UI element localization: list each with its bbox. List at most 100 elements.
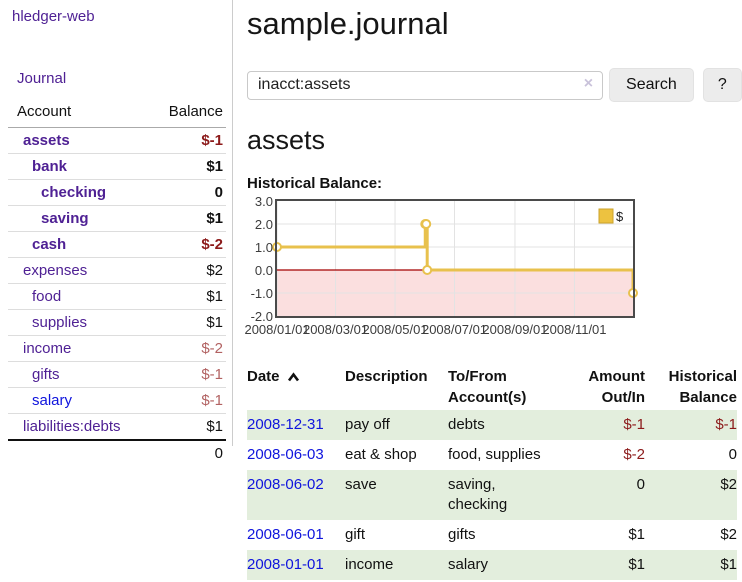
- account-balance: $-1: [146, 362, 226, 388]
- register-header-amount-out/in[interactable]: AmountOut/In: [553, 364, 645, 410]
- account-name-cell: food: [8, 284, 146, 310]
- register-accounts-cell: gifts: [448, 520, 553, 550]
- accounts-header-account: Account: [8, 101, 146, 128]
- accounts-body: assets$-1bank$1checking0saving$1cash$-2e…: [8, 128, 226, 441]
- main-content: sample.journal × Search ? assets Histori…: [234, 0, 742, 580]
- account-link-salary[interactable]: salary: [32, 392, 72, 409]
- account-link-bank[interactable]: bank: [32, 158, 67, 175]
- register-balance-cell: $-1: [645, 410, 737, 440]
- transaction-date-link[interactable]: 2008-06-03: [247, 446, 324, 463]
- register-accounts-cell: salary: [448, 550, 553, 580]
- register-row: 2008-06-02savesaving, checking0$2: [247, 470, 737, 520]
- account-row: food $1: [8, 284, 226, 310]
- transaction-date-link[interactable]: 2008-06-01: [247, 526, 324, 543]
- data-point-marker: [422, 220, 430, 228]
- register-header-description[interactable]: Description: [345, 364, 448, 410]
- accounts-total-value: 0: [146, 440, 226, 466]
- register-amount-cell: $-2: [553, 440, 645, 470]
- register-accounts-cell: food, supplies: [448, 440, 553, 470]
- account-name-cell: supplies: [8, 310, 146, 336]
- chart-x-axis-label: 2008/05/01: [362, 322, 427, 337]
- register-accounts-cell: debts: [448, 410, 553, 440]
- account-name-cell: gifts: [8, 362, 146, 388]
- account-row: saving$1: [8, 206, 226, 232]
- account-row: salary $-1: [8, 388, 226, 414]
- sidebar: hledger-web Journal Account Balance asse…: [0, 0, 233, 446]
- search-bar: × Search ?: [247, 68, 742, 102]
- accounts-total-row: 0: [8, 440, 226, 466]
- account-link-liabilities:debts[interactable]: liabilities:debts: [23, 418, 121, 435]
- account-link-food[interactable]: food: [32, 288, 61, 305]
- register-balance-cell: $1: [645, 550, 737, 580]
- search-input[interactable]: [247, 71, 603, 100]
- account-balance: $-1: [146, 388, 226, 414]
- account-name-cell: cash: [8, 232, 146, 258]
- historical-balance-chart: $3.02.01.00.0-1.0-2.02008/01/012008/03/0…: [240, 199, 640, 341]
- register-header-historical-balance[interactable]: HistoricalBalance: [645, 364, 737, 410]
- account-row: cash$-2: [8, 232, 226, 258]
- account-heading: assets: [247, 125, 742, 156]
- clear-search-icon[interactable]: ×: [584, 75, 593, 93]
- transaction-date-link[interactable]: 2008-06-02: [247, 476, 324, 493]
- legend-swatch: [599, 209, 613, 223]
- transaction-date-link[interactable]: 2008-12-31: [247, 416, 324, 433]
- account-balance: $1: [146, 154, 226, 180]
- register-header-row: DateDescriptionTo/FromAccount(s)AmountOu…: [247, 364, 737, 410]
- account-name-cell: expenses: [8, 258, 146, 284]
- chart-y-axis-label: -1.0: [240, 286, 273, 301]
- register-header-to/from-account(s)[interactable]: To/FromAccount(s): [448, 364, 553, 410]
- register-amount-cell: 0: [553, 470, 645, 520]
- account-link-gifts[interactable]: gifts: [32, 366, 60, 383]
- chart-x-axis-label: 2008/09/01: [482, 322, 547, 337]
- journal-link[interactable]: Journal: [17, 70, 66, 87]
- help-button[interactable]: ?: [703, 68, 742, 102]
- brand-link[interactable]: hledger-web: [12, 8, 95, 25]
- account-name-cell: salary: [8, 388, 146, 414]
- register-accounts-cell: saving, checking: [448, 470, 553, 520]
- register-date-cell: 2008-01-01: [247, 550, 345, 580]
- account-link-supplies[interactable]: supplies: [32, 314, 87, 331]
- chart-y-axis-label: 0.0: [240, 263, 273, 278]
- search-button[interactable]: Search: [609, 68, 694, 102]
- account-link-checking[interactable]: checking: [41, 184, 106, 201]
- register-amount-cell: $1: [553, 520, 645, 550]
- register-header-date[interactable]: Date: [247, 364, 345, 410]
- register-row: 2008-06-03eat & shopfood, supplies$-20: [247, 440, 737, 470]
- account-name-cell: income: [8, 336, 146, 362]
- search-input-wrap: ×: [247, 71, 603, 100]
- account-name-cell: assets: [8, 128, 146, 154]
- account-row: gifts $-1: [8, 362, 226, 388]
- account-balance: 0: [146, 180, 226, 206]
- account-link-assets[interactable]: assets: [23, 132, 70, 149]
- account-link-income[interactable]: income: [23, 340, 71, 357]
- account-row: bank $1: [8, 154, 226, 180]
- accounts-table: Account Balance assets$-1bank$1checking0…: [8, 101, 226, 466]
- chart-y-axis-label: 3.0: [240, 194, 273, 209]
- account-link-expenses[interactable]: expenses: [23, 262, 87, 279]
- account-name-cell: checking: [8, 180, 146, 206]
- data-point-marker: [423, 266, 431, 274]
- sort-ascending-icon: [287, 372, 300, 382]
- account-row: income$-2: [8, 336, 226, 362]
- chart-y-axis-label: 2.0: [240, 217, 273, 232]
- transaction-date-link[interactable]: 2008-01-01: [247, 556, 324, 573]
- account-name-cell: bank: [8, 154, 146, 180]
- register-date-cell: 2008-06-02: [247, 470, 345, 520]
- chart-x-axis-label: 2008/03/01: [303, 322, 368, 337]
- register-amount-cell: $1: [553, 550, 645, 580]
- account-balance: $-1: [146, 128, 226, 154]
- register-row: 2008-12-31pay offdebts$-1$-1: [247, 410, 737, 440]
- account-row: liabilities:debts $1: [8, 414, 226, 441]
- register-body: 2008-12-31pay offdebts$-1$-1 2008-06-03 ea…: [247, 410, 737, 580]
- account-link-cash[interactable]: cash: [32, 236, 66, 253]
- account-balance: $1: [146, 414, 226, 441]
- account-balance: $1: [146, 310, 226, 336]
- chart-x-axis-label: 2008/11/01: [542, 322, 606, 337]
- register-amount-cell: $-1: [553, 410, 645, 440]
- account-row: assets $-1: [8, 128, 226, 154]
- register-description-cell: eat & shop: [345, 440, 448, 470]
- register-balance-cell: $2: [645, 520, 737, 550]
- account-balance: $1: [146, 284, 226, 310]
- account-name-cell: saving: [8, 206, 146, 232]
- account-link-saving[interactable]: saving: [41, 210, 89, 227]
